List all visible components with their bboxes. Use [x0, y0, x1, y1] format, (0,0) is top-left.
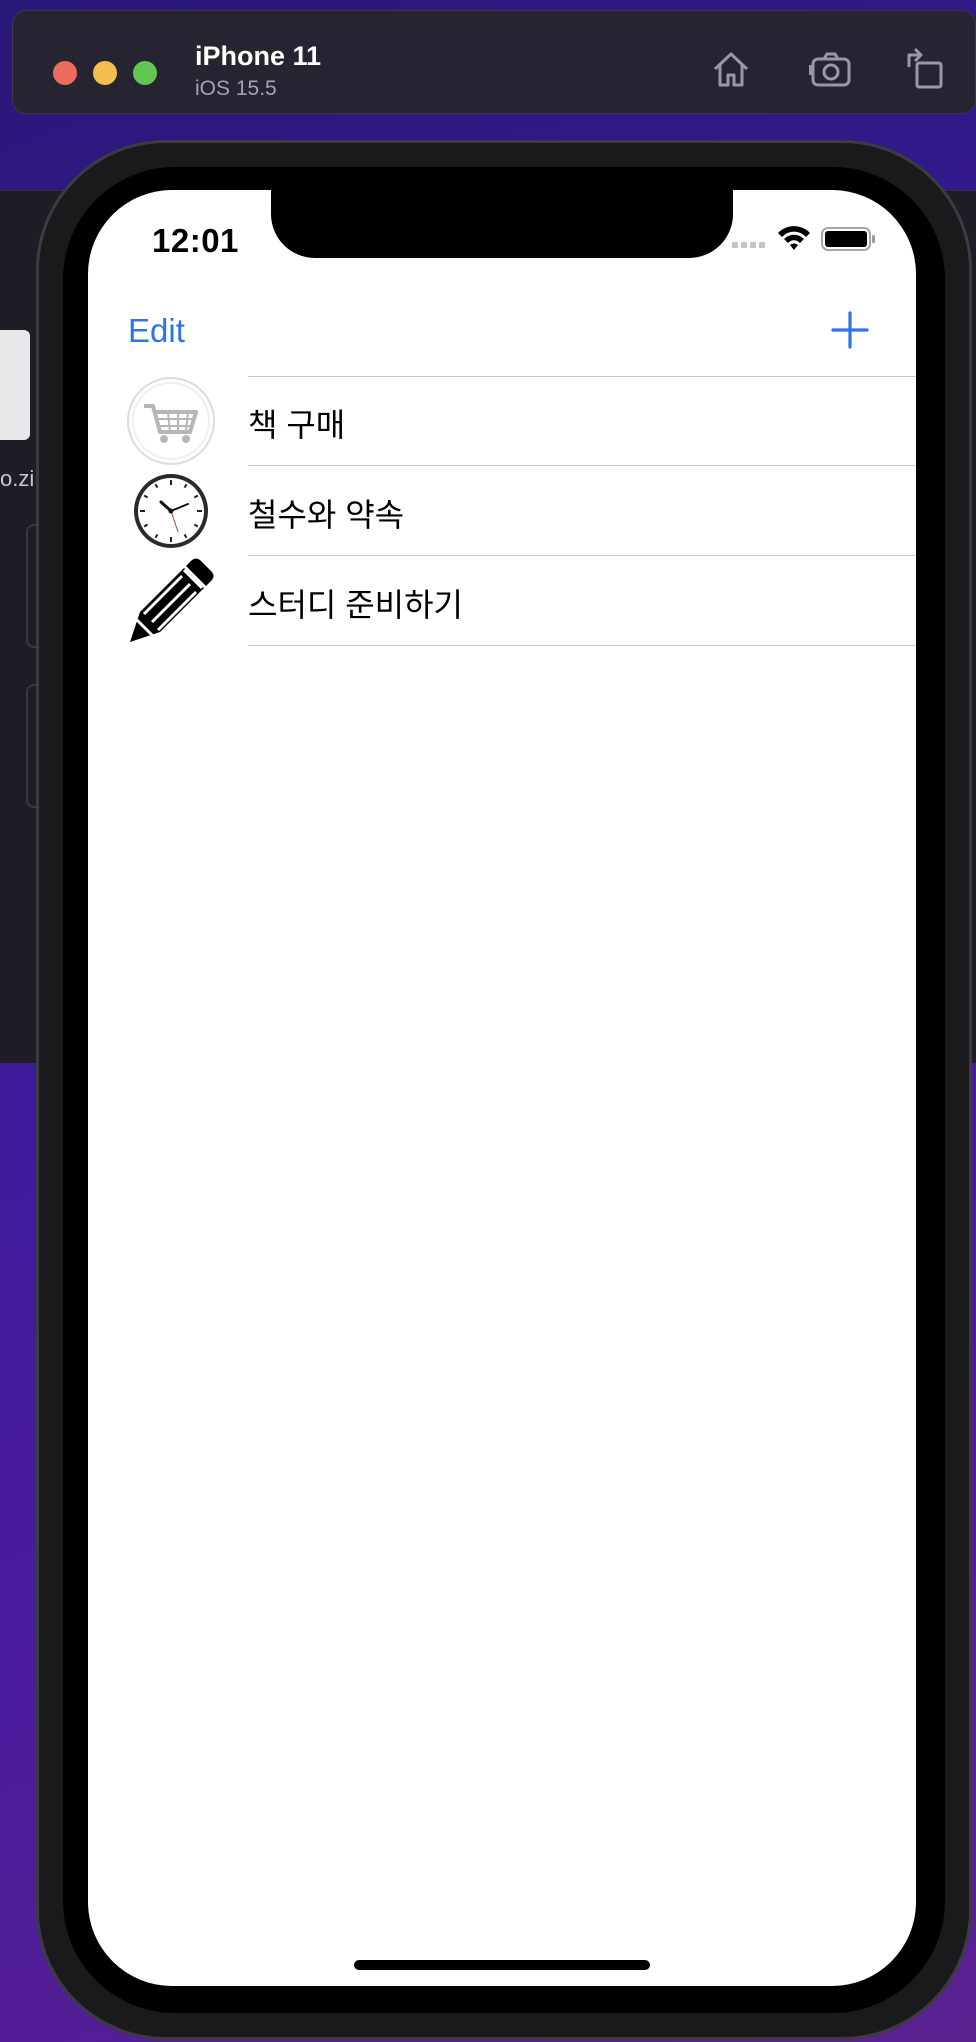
list-item[interactable]: 책 구매 [88, 376, 916, 466]
zip-file-icon[interactable] [0, 330, 30, 440]
rotate-icon[interactable] [901, 45, 949, 93]
status-icons [732, 226, 882, 252]
home-indicator[interactable] [354, 1960, 650, 1970]
notch [271, 190, 733, 258]
list-item[interactable]: 스터디 준비하기 [88, 556, 916, 646]
cart-icon [126, 376, 216, 466]
list-item-label: 철수와 약속 [248, 497, 405, 533]
edit-button[interactable]: Edit [128, 312, 185, 350]
simulator-toolbar: iPhone 11 iOS 15.5 [12, 10, 976, 114]
clock-icon [126, 466, 216, 556]
zoom-window-button[interactable] [133, 61, 157, 85]
signal-icon [732, 242, 765, 248]
list-item-label: 스터디 준비하기 [248, 587, 463, 623]
list-divider [248, 645, 916, 646]
list-item-label: 책 구매 [248, 407, 346, 443]
list-item[interactable]: 철수와 약속 [88, 466, 916, 556]
os-version: iOS 15.5 [195, 77, 277, 100]
device-name: iPhone 11 [195, 41, 322, 71]
battery-icon [821, 227, 875, 251]
phone-screen: 12:01 Edit 책 구매 철수와 약속 스터디 준비하기 [88, 190, 916, 1986]
wifi-icon [778, 226, 810, 250]
pencil-icon [126, 556, 216, 646]
home-icon[interactable] [707, 45, 755, 93]
screenshot-icon[interactable] [807, 45, 855, 93]
status-time: 12:01 [152, 222, 239, 259]
plus-icon[interactable] [830, 310, 870, 350]
close-window-button[interactable] [53, 61, 77, 85]
todo-list: 책 구매 철수와 약속 스터디 준비하기 [88, 376, 916, 646]
minimize-window-button[interactable] [93, 61, 117, 85]
zip-file-label: o.zi [0, 466, 35, 491]
